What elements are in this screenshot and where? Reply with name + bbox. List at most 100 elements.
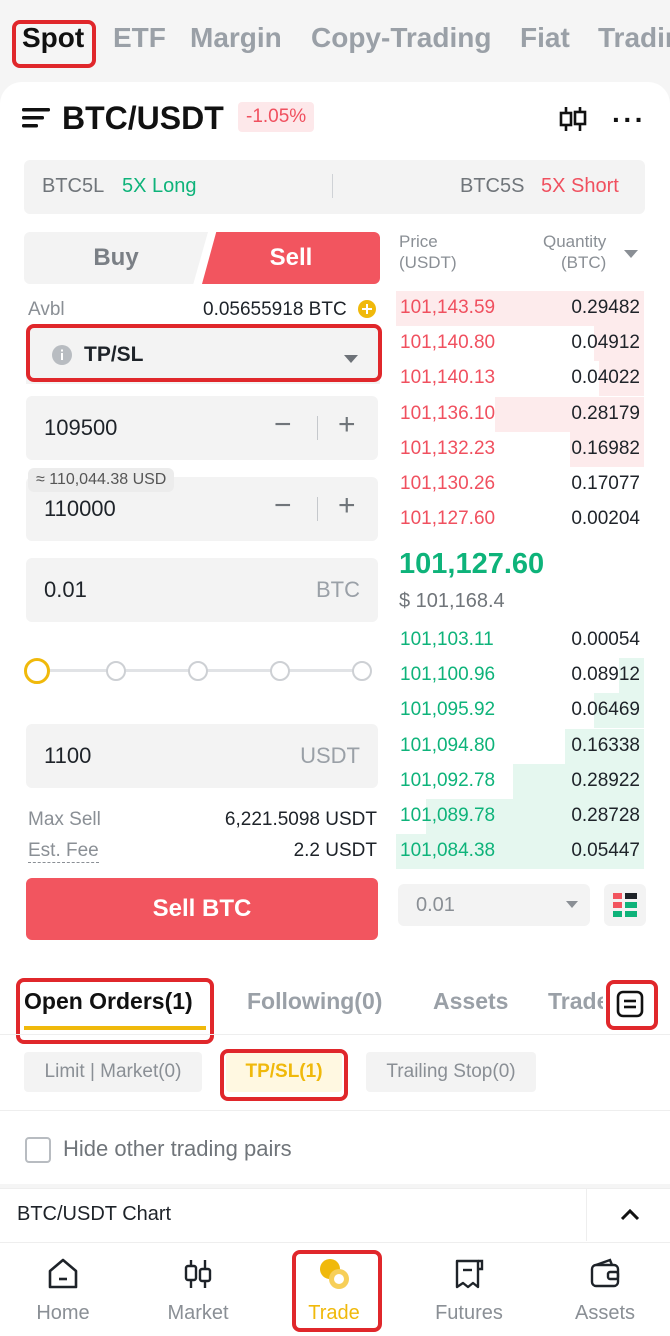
short-token-label[interactable]: 5X Short bbox=[541, 175, 619, 198]
bid-price: 101,092.78 bbox=[400, 769, 496, 791]
sell-btc-button[interactable]: Sell BTC bbox=[26, 878, 378, 940]
long-token-symbol[interactable]: BTC5L bbox=[42, 175, 104, 198]
tab-margin[interactable]: Margin bbox=[190, 22, 282, 54]
tab-assets[interactable]: Assets bbox=[433, 988, 508, 1015]
trigger-price-plus-button[interactable]: + bbox=[338, 408, 356, 442]
ask-price: 101,130.26 bbox=[400, 473, 496, 494]
buy-tab[interactable]: Buy bbox=[24, 232, 208, 284]
nav-market[interactable]: Market bbox=[148, 1257, 248, 1325]
ask-row[interactable]: 101,140.13 0.04022 bbox=[396, 361, 644, 397]
ask-row[interactable]: 101,132.23 0.16982 bbox=[396, 431, 644, 467]
bid-row[interactable]: 101,095.92 0.06469 bbox=[396, 693, 644, 729]
nav-futures[interactable]: Futures bbox=[419, 1257, 519, 1325]
chart-toggle-bar[interactable]: BTC/USDT Chart bbox=[0, 1188, 670, 1241]
precision-select[interactable]: 0.01 bbox=[398, 884, 590, 926]
nav-assets[interactable]: Assets bbox=[555, 1257, 655, 1325]
leveraged-tokens-bar: BTC5L 5X Long BTC5S 5X Short bbox=[24, 160, 645, 214]
bid-qty: 0.28922 bbox=[571, 769, 640, 791]
tab-trades[interactable]: Trades bbox=[548, 988, 603, 1015]
ask-row[interactable]: 101,130.26 0.17077 bbox=[396, 467, 644, 502]
highlight-spot bbox=[12, 20, 96, 68]
stepper-divider bbox=[317, 497, 318, 521]
bid-price: 101,084.38 bbox=[400, 840, 496, 862]
menu-icon[interactable] bbox=[22, 108, 50, 133]
highlight-order-history bbox=[606, 980, 658, 1030]
last-price: 101,127.60 bbox=[399, 548, 545, 580]
tab-following[interactable]: Following(0) bbox=[247, 988, 382, 1015]
divider bbox=[0, 1110, 670, 1111]
tab-trades-clip: Trades bbox=[547, 985, 603, 1021]
sell-tab[interactable]: Sell bbox=[202, 232, 380, 284]
bid-qty: 0.08912 bbox=[571, 664, 640, 686]
short-token-symbol[interactable]: BTC5S bbox=[460, 175, 524, 198]
ask-price: 101,136.10 bbox=[400, 402, 496, 424]
bid-price: 101,100.96 bbox=[400, 664, 496, 686]
ask-price: 101,140.13 bbox=[400, 367, 496, 389]
qty-unit-caret-icon[interactable] bbox=[624, 246, 638, 264]
hide-pairs-checkbox[interactable] bbox=[25, 1137, 51, 1163]
long-token-label[interactable]: 5X Long bbox=[122, 175, 197, 198]
ask-price: 101,140.80 bbox=[400, 332, 496, 354]
ask-qty: 0.17077 bbox=[571, 473, 640, 494]
slider-stop-100[interactable] bbox=[352, 661, 372, 681]
nav-home-label: Home bbox=[36, 1302, 90, 1324]
slider-stop-75[interactable] bbox=[270, 661, 290, 681]
trigger-price-input[interactable]: 109500 − + bbox=[26, 396, 378, 460]
ask-qty: 0.04022 bbox=[571, 367, 640, 389]
bid-qty: 0.06469 bbox=[571, 699, 640, 721]
home-icon bbox=[48, 1258, 78, 1289]
trigger-price-value: 109500 bbox=[44, 415, 118, 440]
limit-price-plus-button[interactable]: + bbox=[338, 489, 356, 523]
bid-row[interactable]: 101,089.78 0.28728 bbox=[396, 799, 644, 834]
ask-row[interactable]: 101,140.80 0.04912 bbox=[396, 326, 644, 362]
subtab-trailing-stop[interactable]: Trailing Stop(0) bbox=[366, 1052, 536, 1092]
top-tabs: Spot ETF Margin Copy-Trading Fiat Tradin… bbox=[0, 0, 670, 82]
tab-copy-trading[interactable]: Copy-Trading bbox=[311, 22, 491, 54]
slider-stop-25[interactable] bbox=[106, 661, 126, 681]
orderbook-qty-header: Quantity (BTC) bbox=[543, 232, 607, 272]
divider bbox=[586, 1189, 587, 1241]
chevron-up-icon[interactable] bbox=[620, 1208, 640, 1221]
nav-market-label: Market bbox=[167, 1302, 229, 1324]
orderbook-layout-icon bbox=[613, 893, 637, 917]
futures-icon bbox=[455, 1259, 484, 1289]
bid-row[interactable]: 101,100.96 0.08912 bbox=[396, 658, 644, 694]
bid-price: 101,094.80 bbox=[400, 734, 496, 756]
ask-qty: 0.29482 bbox=[571, 297, 640, 318]
tab-fiat[interactable]: Fiat bbox=[520, 22, 570, 54]
add-funds-icon[interactable] bbox=[358, 300, 376, 323]
slider-handle[interactable] bbox=[24, 658, 50, 684]
bid-qty: 0.28728 bbox=[571, 805, 640, 826]
ask-row[interactable]: 101,127.60 0.00204 bbox=[396, 502, 644, 537]
total-value: 1100 bbox=[44, 743, 92, 768]
bid-qty: 0.05447 bbox=[571, 840, 640, 862]
pair-title[interactable]: BTC/USDT bbox=[62, 100, 224, 137]
total-unit: USDT bbox=[300, 743, 360, 768]
est-fee-label[interactable]: Est. Fee bbox=[28, 840, 99, 863]
ask-row[interactable]: 101,136.10 0.28179 bbox=[396, 396, 644, 432]
amount-input[interactable]: 0.01 BTC bbox=[26, 558, 378, 622]
highlight-tpsl bbox=[220, 1049, 348, 1101]
bid-row[interactable]: 101,094.80 0.16338 bbox=[396, 728, 644, 764]
bid-row[interactable]: 101,084.38 0.05447 bbox=[396, 834, 644, 870]
ask-row[interactable]: 101,143.59 0.29482 bbox=[396, 291, 644, 326]
bid-row[interactable]: 101,103.11 0.00054 bbox=[396, 623, 644, 658]
tab-trading[interactable]: Trading bbox=[598, 22, 670, 54]
orderbook-layout-button[interactable] bbox=[604, 884, 646, 926]
subtab-limit-market[interactable]: Limit | Market(0) bbox=[24, 1052, 202, 1092]
candlestick-chart-icon[interactable] bbox=[558, 104, 588, 139]
nav-home[interactable]: Home bbox=[13, 1257, 113, 1325]
ask-qty: 0.00204 bbox=[571, 508, 640, 530]
wallet-icon bbox=[590, 1258, 620, 1288]
total-input[interactable]: 1100 USDT bbox=[26, 724, 378, 788]
limit-price-minus-button[interactable]: − bbox=[274, 489, 292, 523]
bid-row[interactable]: 101,092.78 0.28922 bbox=[396, 763, 644, 799]
last-price-usd: $ 101,168.4 bbox=[399, 590, 505, 612]
slider-stop-50[interactable] bbox=[188, 661, 208, 681]
bid-qty: 0.00054 bbox=[571, 629, 640, 650]
more-icon[interactable]: ··· bbox=[612, 104, 646, 136]
tab-etf[interactable]: ETF bbox=[113, 22, 166, 54]
hide-pairs-label[interactable]: Hide other trading pairs bbox=[63, 1136, 292, 1162]
bid-qty: 0.16338 bbox=[571, 734, 640, 756]
trigger-price-minus-button[interactable]: − bbox=[274, 408, 292, 442]
